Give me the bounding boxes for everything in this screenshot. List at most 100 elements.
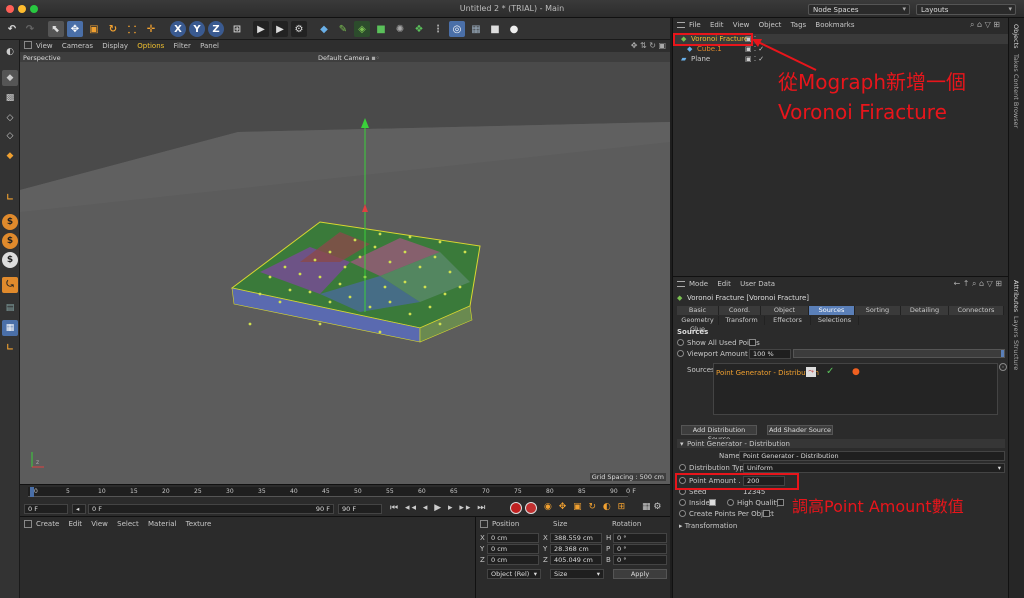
- add-object-icon[interactable]: ✛: [143, 21, 159, 37]
- current-frame-field[interactable]: 0 F: [24, 504, 68, 514]
- inside-checkbox[interactable]: [709, 499, 716, 506]
- am-menu-edit[interactable]: Edit: [717, 280, 731, 288]
- snap-settings-icon[interactable]: $: [2, 233, 18, 249]
- node-spaces-dropdown[interactable]: Node Spaces ▾: [808, 4, 910, 15]
- points-mode-icon[interactable]: ◇: [2, 110, 18, 126]
- pen-icon[interactable]: ✎: [335, 21, 351, 37]
- snap-icon[interactable]: $: [2, 214, 18, 230]
- keyframe-radio[interactable]: [679, 464, 686, 471]
- object-name[interactable]: Plane: [691, 55, 710, 63]
- tab-connectors[interactable]: Connectors: [949, 306, 1004, 315]
- size-z-field[interactable]: 405.049 cm: [550, 555, 602, 565]
- subsection-header[interactable]: ▾ Point Generator - Distribution: [677, 439, 1005, 448]
- camera-icon[interactable]: ■: [487, 21, 503, 37]
- high-quality-checkbox[interactable]: [777, 499, 784, 506]
- render-view-icon[interactable]: ▶: [253, 21, 269, 37]
- rotation-b-field[interactable]: 0 °: [613, 555, 667, 565]
- material-menu-select[interactable]: Select: [117, 520, 139, 528]
- viewport-menu-panel[interactable]: Panel: [200, 42, 219, 50]
- side-tab-takes[interactable]: Takes: [1012, 54, 1020, 72]
- create-points-per-object-checkbox[interactable]: [763, 510, 770, 517]
- sources-list[interactable]: Point Generator - Distribution ⤳ ✓ ●: [713, 363, 998, 415]
- source-enable-icon[interactable]: ⤳: [806, 367, 816, 377]
- workplane-icon[interactable]: ⤿: [2, 277, 18, 293]
- viewport-amount-slider[interactable]: [793, 349, 1005, 358]
- om-menu-bookmarks[interactable]: Bookmarks: [815, 21, 854, 29]
- viewport-3d[interactable]: Perspective Default Camera ▪◦ z Grid Spa…: [20, 52, 670, 484]
- frame-stepper[interactable]: ◂: [72, 504, 86, 514]
- preview-range-slider[interactable]: 0 F 90 F: [88, 504, 334, 514]
- om-menu-object[interactable]: Object: [759, 21, 782, 29]
- render-picture-viewer-icon[interactable]: ▶: [272, 21, 288, 37]
- material-menu-material[interactable]: Material: [148, 520, 176, 528]
- viewport-menu-filter[interactable]: Filter: [174, 42, 191, 50]
- om-menu-file[interactable]: File: [689, 21, 701, 29]
- am-menu-mode[interactable]: Mode: [689, 280, 708, 288]
- field-icon[interactable]: ⋮: [430, 21, 446, 37]
- make-editable-icon[interactable]: ◐: [2, 44, 18, 60]
- om-menu-tags[interactable]: Tags: [791, 21, 807, 29]
- scene-icon[interactable]: ◎: [449, 21, 465, 37]
- position-y-field[interactable]: 0 cm: [487, 544, 539, 554]
- light-icon[interactable]: ●: [506, 21, 522, 37]
- om-search-icons[interactable]: ⌕ ⌂ ▽ ⊞: [970, 20, 1000, 30]
- add-distribution-source-button[interactable]: Add Distribution Source: [681, 425, 757, 443]
- layouts-dropdown[interactable]: Layouts ▾: [916, 4, 1016, 15]
- material-menu-texture[interactable]: Texture: [186, 520, 212, 528]
- tab-geometry-glue[interactable]: Geometry Glue: [677, 316, 719, 333]
- playback-controls[interactable]: ⏮ ◂◂ ◂ ▶ ▸ ▸▸ ⏭: [390, 503, 487, 513]
- undo-icon[interactable]: ↶: [4, 21, 20, 37]
- keyframe-tools[interactable]: ◉ ✥ ▣ ↻ ◐ ⊞: [544, 502, 627, 512]
- viewport-menu-options[interactable]: Options: [137, 42, 164, 50]
- list-options-icon[interactable]: ◦: [999, 363, 1007, 371]
- transform-tool-icon[interactable]: ⸬: [124, 21, 140, 37]
- planar-workplane-icon[interactable]: ∟: [2, 340, 18, 356]
- viewport-nav-icons[interactable]: ✥ ⇅ ↻ ▣: [631, 41, 666, 50]
- grid-icon[interactable]: ▤: [2, 300, 18, 316]
- hamburger-icon[interactable]: [677, 281, 685, 287]
- om-menu-edit[interactable]: Edit: [710, 21, 724, 29]
- y-axis-lock-button[interactable]: Y: [189, 21, 205, 37]
- tab-coord[interactable]: Coord.: [719, 306, 761, 315]
- deformer-icon[interactable]: ✺: [392, 21, 408, 37]
- side-tab-attributes[interactable]: Attributes: [1012, 280, 1020, 312]
- viewport-menu-view[interactable]: View: [36, 42, 53, 50]
- tab-sources[interactable]: Sources: [809, 306, 855, 315]
- menu-toggle-icon[interactable]: [24, 41, 32, 49]
- scheme-icon[interactable]: ▦ ⚙: [642, 502, 661, 512]
- model-mode-icon[interactable]: ◆: [2, 70, 18, 86]
- viewport-menu-display[interactable]: Display: [102, 42, 128, 50]
- check-icon[interactable]: ✓: [826, 366, 834, 377]
- max-frame-field[interactable]: 90 F: [338, 504, 382, 514]
- subdivision-icon[interactable]: ◈: [354, 21, 370, 37]
- generator-icon[interactable]: ■: [373, 21, 389, 37]
- keyframe-radio[interactable]: [677, 350, 684, 357]
- am-menu-user-data[interactable]: User Data: [740, 280, 775, 288]
- object-name[interactable]: Cube.1: [697, 45, 722, 53]
- side-tab-objects[interactable]: Objects: [1012, 24, 1020, 49]
- distribution-type-dropdown[interactable]: Uniform ▾: [743, 463, 1005, 473]
- render-settings-icon[interactable]: ⚙: [291, 21, 307, 37]
- side-tab-layers[interactable]: Layers: [1012, 316, 1020, 338]
- redo-icon[interactable]: ↷: [22, 21, 38, 37]
- cube-icon[interactable]: ◆: [316, 21, 332, 37]
- rotation-h-field[interactable]: 0 °: [613, 533, 667, 543]
- rotate-tool-icon[interactable]: ↻: [105, 21, 121, 37]
- polygons-mode-icon[interactable]: ◆: [2, 148, 18, 164]
- quantize-icon[interactable]: $: [2, 252, 18, 268]
- keyframe-radio[interactable]: [677, 339, 684, 346]
- size-mode-dropdown[interactable]: Size ▾: [550, 569, 604, 579]
- add-shader-source-button[interactable]: Add Shader Source: [767, 425, 833, 435]
- viewport-amount-field[interactable]: 100 %: [749, 349, 791, 359]
- scale-tool-icon[interactable]: ▣: [86, 21, 102, 37]
- material-menu-view[interactable]: View: [91, 520, 108, 528]
- apply-button[interactable]: Apply: [613, 569, 667, 579]
- coordinate-system-icon[interactable]: ⊞: [229, 21, 245, 37]
- viewport-menu-cameras[interactable]: Cameras: [62, 42, 93, 50]
- keyframe-radio[interactable]: [679, 499, 686, 506]
- tab-selections[interactable]: Selections: [811, 316, 859, 325]
- material-menu-create[interactable]: Create: [36, 520, 59, 528]
- tab-object[interactable]: Object: [761, 306, 809, 315]
- material-menu-edit[interactable]: Edit: [69, 520, 83, 528]
- menu-toggle-icon[interactable]: [480, 520, 488, 528]
